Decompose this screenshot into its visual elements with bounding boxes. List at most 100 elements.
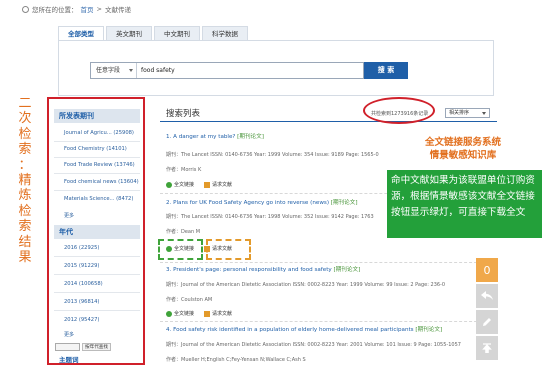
tab-all-types[interactable]: 全部类型 — [58, 26, 104, 41]
annotation-char: 索 — [18, 219, 32, 235]
divider — [54, 292, 140, 293]
resource-type-tabs: 全部类型 英文期刊 中文期刊 科学数据 — [58, 26, 250, 41]
annotation-char: 次 — [18, 111, 32, 127]
breadcrumb-separator: > — [96, 5, 102, 13]
result-count-highlight — [363, 97, 435, 124]
divider — [54, 190, 140, 191]
facet-year-item[interactable]: 2016 (22925) — [64, 245, 99, 251]
back-to-top-button[interactable] — [476, 336, 498, 360]
annotation-char: 检 — [18, 203, 32, 219]
request-document-button[interactable]: 请求文献 — [204, 310, 232, 317]
search-input[interactable]: food safety — [137, 67, 175, 74]
divider — [54, 256, 140, 257]
tab-scientific-data[interactable]: 科学数据 — [202, 26, 248, 41]
search-box: 任意字段 food safety — [90, 62, 364, 79]
result-meta: 期刊：The Lancet ISSN: 0140-6736 Year: 1998… — [166, 214, 374, 220]
facet-year-item[interactable]: 2012 (95427) — [64, 317, 99, 323]
chevron-down-icon — [129, 69, 133, 72]
full-text-link-label: 全文链接 — [174, 182, 195, 188]
counter-button[interactable]: 0 — [476, 258, 498, 282]
full-text-link-button[interactable]: 全文链接 — [166, 181, 194, 188]
result-meta: 期刊：The Lancet ISSN: 0140-6736 Year: 1999… — [166, 152, 379, 158]
breadcrumb: 您所在的位置： 首页 > 文献传递 — [22, 4, 131, 14]
facet-year-item[interactable]: 2015 (91229) — [64, 263, 99, 269]
facet-journal-item[interactable]: Food Chemistry (14101) — [64, 146, 127, 152]
divider — [160, 262, 497, 263]
arrow-up-icon — [482, 343, 492, 353]
annotation-title: 全文链接服务系统 情景敏感知识库 — [403, 136, 523, 162]
green-light-icon — [166, 181, 172, 188]
search-button[interactable]: 搜 索 — [364, 62, 408, 79]
tab-chinese-journals[interactable]: 中文期刊 — [154, 26, 200, 41]
document-icon — [204, 310, 211, 317]
result-type-tag: [期刊论文] — [237, 134, 264, 140]
result-meta: 期刊：Journal of the American Dietetic Asso… — [166, 342, 461, 348]
annotation-char: 果 — [18, 250, 32, 266]
results-title: 搜索列表 — [166, 109, 201, 119]
back-button[interactable] — [476, 284, 498, 308]
annotation-char: 炼 — [18, 188, 32, 204]
request-document-highlight-box — [206, 239, 251, 260]
divider — [54, 310, 140, 311]
secondary-search-annotation: 二 次 检 索 ： 精 炼 检 索 结 果 — [17, 96, 33, 265]
annotation-char: 二 — [18, 96, 32, 111]
full-text-highlight-box — [158, 239, 203, 260]
result-type-tag: [期刊论文] — [333, 267, 361, 273]
facet-journal-item[interactable]: Food Trade Review (13746) — [64, 162, 135, 168]
facet-heading-subjects[interactable]: 主题词 — [59, 354, 79, 363]
divider — [54, 157, 140, 158]
result-authors: 作者：Mueller H;English C;Fey-Yensan N;Wall… — [166, 357, 306, 363]
request-document-button[interactable]: 请求文献 — [204, 181, 232, 188]
annotation-char: 精 — [18, 173, 32, 189]
result-title-link[interactable]: 4. Food safety risk identified in a popu… — [166, 325, 442, 333]
year-range-button[interactable]: 按年代查找 — [82, 343, 111, 351]
facet-journal-item[interactable]: Materials Science... (8472) — [64, 196, 133, 202]
divider — [160, 321, 497, 322]
floating-toolbar: 0 — [476, 258, 498, 362]
year-range-slider[interactable] — [55, 343, 80, 351]
tab-english-journals[interactable]: 英文期刊 — [106, 26, 152, 41]
facet-journal-item[interactable]: Food chemical news (13604) — [64, 179, 139, 185]
result-actions: 全文链接 请求文献 — [166, 310, 232, 317]
result-title-link[interactable]: 2. Plans for UK Food Safety Agency go in… — [166, 198, 358, 206]
location-icon — [22, 5, 29, 13]
result-title-text[interactable]: 4. Food safety risk identified in a popu… — [166, 327, 414, 333]
facet-years-more-link[interactable]: 更多 — [64, 331, 74, 338]
breadcrumb-prefix: 您所在的位置： — [32, 6, 78, 14]
annotation-title-line: 情景敏感知识库 — [429, 150, 497, 161]
annotation-title-line: 全文链接服务系统 — [424, 137, 501, 148]
facet-journal-item[interactable]: Journal of Agricu... (25908) — [64, 130, 134, 136]
request-document-label: 请求文献 — [212, 182, 233, 188]
full-text-link-button[interactable]: 全文链接 — [166, 310, 194, 317]
chevron-down-icon — [482, 112, 486, 115]
divider — [54, 141, 140, 142]
result-meta: 期刊：Journal of the American Dietetic Asso… — [166, 282, 446, 288]
facet-year-item[interactable]: 2014 (100658) — [64, 281, 103, 287]
full-text-link-label: 全文链接 — [174, 311, 195, 317]
request-document-label: 请求文献 — [212, 311, 233, 317]
facet-journals-more-link[interactable]: 更多 — [64, 212, 74, 219]
result-authors: 作者：Morris K — [166, 167, 202, 173]
result-title-text[interactable]: 3. President's page: personal responsibi… — [166, 267, 332, 273]
result-title-link[interactable]: 1. A danger at my table? [期刊论文] — [166, 132, 264, 140]
year-range-control: 按年代查找 — [55, 342, 135, 352]
sort-select[interactable]: 相关排序 — [445, 108, 490, 118]
result-title-link[interactable]: 3. President's page: personal responsibi… — [166, 265, 360, 273]
edit-button[interactable] — [476, 310, 498, 334]
annotation-char: 结 — [18, 234, 32, 250]
result-title-text[interactable]: 2. Plans for UK Food Safety Agency go in… — [166, 200, 329, 206]
annotation-char: 检 — [18, 126, 32, 142]
reply-arrow-icon — [481, 291, 493, 300]
facet-heading-journals: 所发表期刊 — [54, 109, 140, 123]
facet-heading-years: 年代 — [54, 225, 140, 239]
facet-year-item[interactable]: 2013 (96814) — [64, 299, 99, 305]
green-light-icon — [166, 310, 172, 317]
result-actions: 全文链接 请求文献 — [166, 181, 232, 188]
breadcrumb-home-link[interactable]: 首页 — [81, 4, 94, 14]
sort-select-value: 相关排序 — [449, 110, 470, 116]
result-type-tag: [期刊论文] — [330, 200, 358, 206]
result-title-text[interactable]: 1. A danger at my table? — [166, 134, 235, 140]
divider — [160, 121, 497, 122]
annotation-callout: 命中文献如果为该联盟单位订购资源，根据情景敏感该文献全文链接按钮显示绿灯，可直接… — [387, 170, 542, 238]
search-field-select[interactable]: 任意字段 — [91, 63, 137, 78]
